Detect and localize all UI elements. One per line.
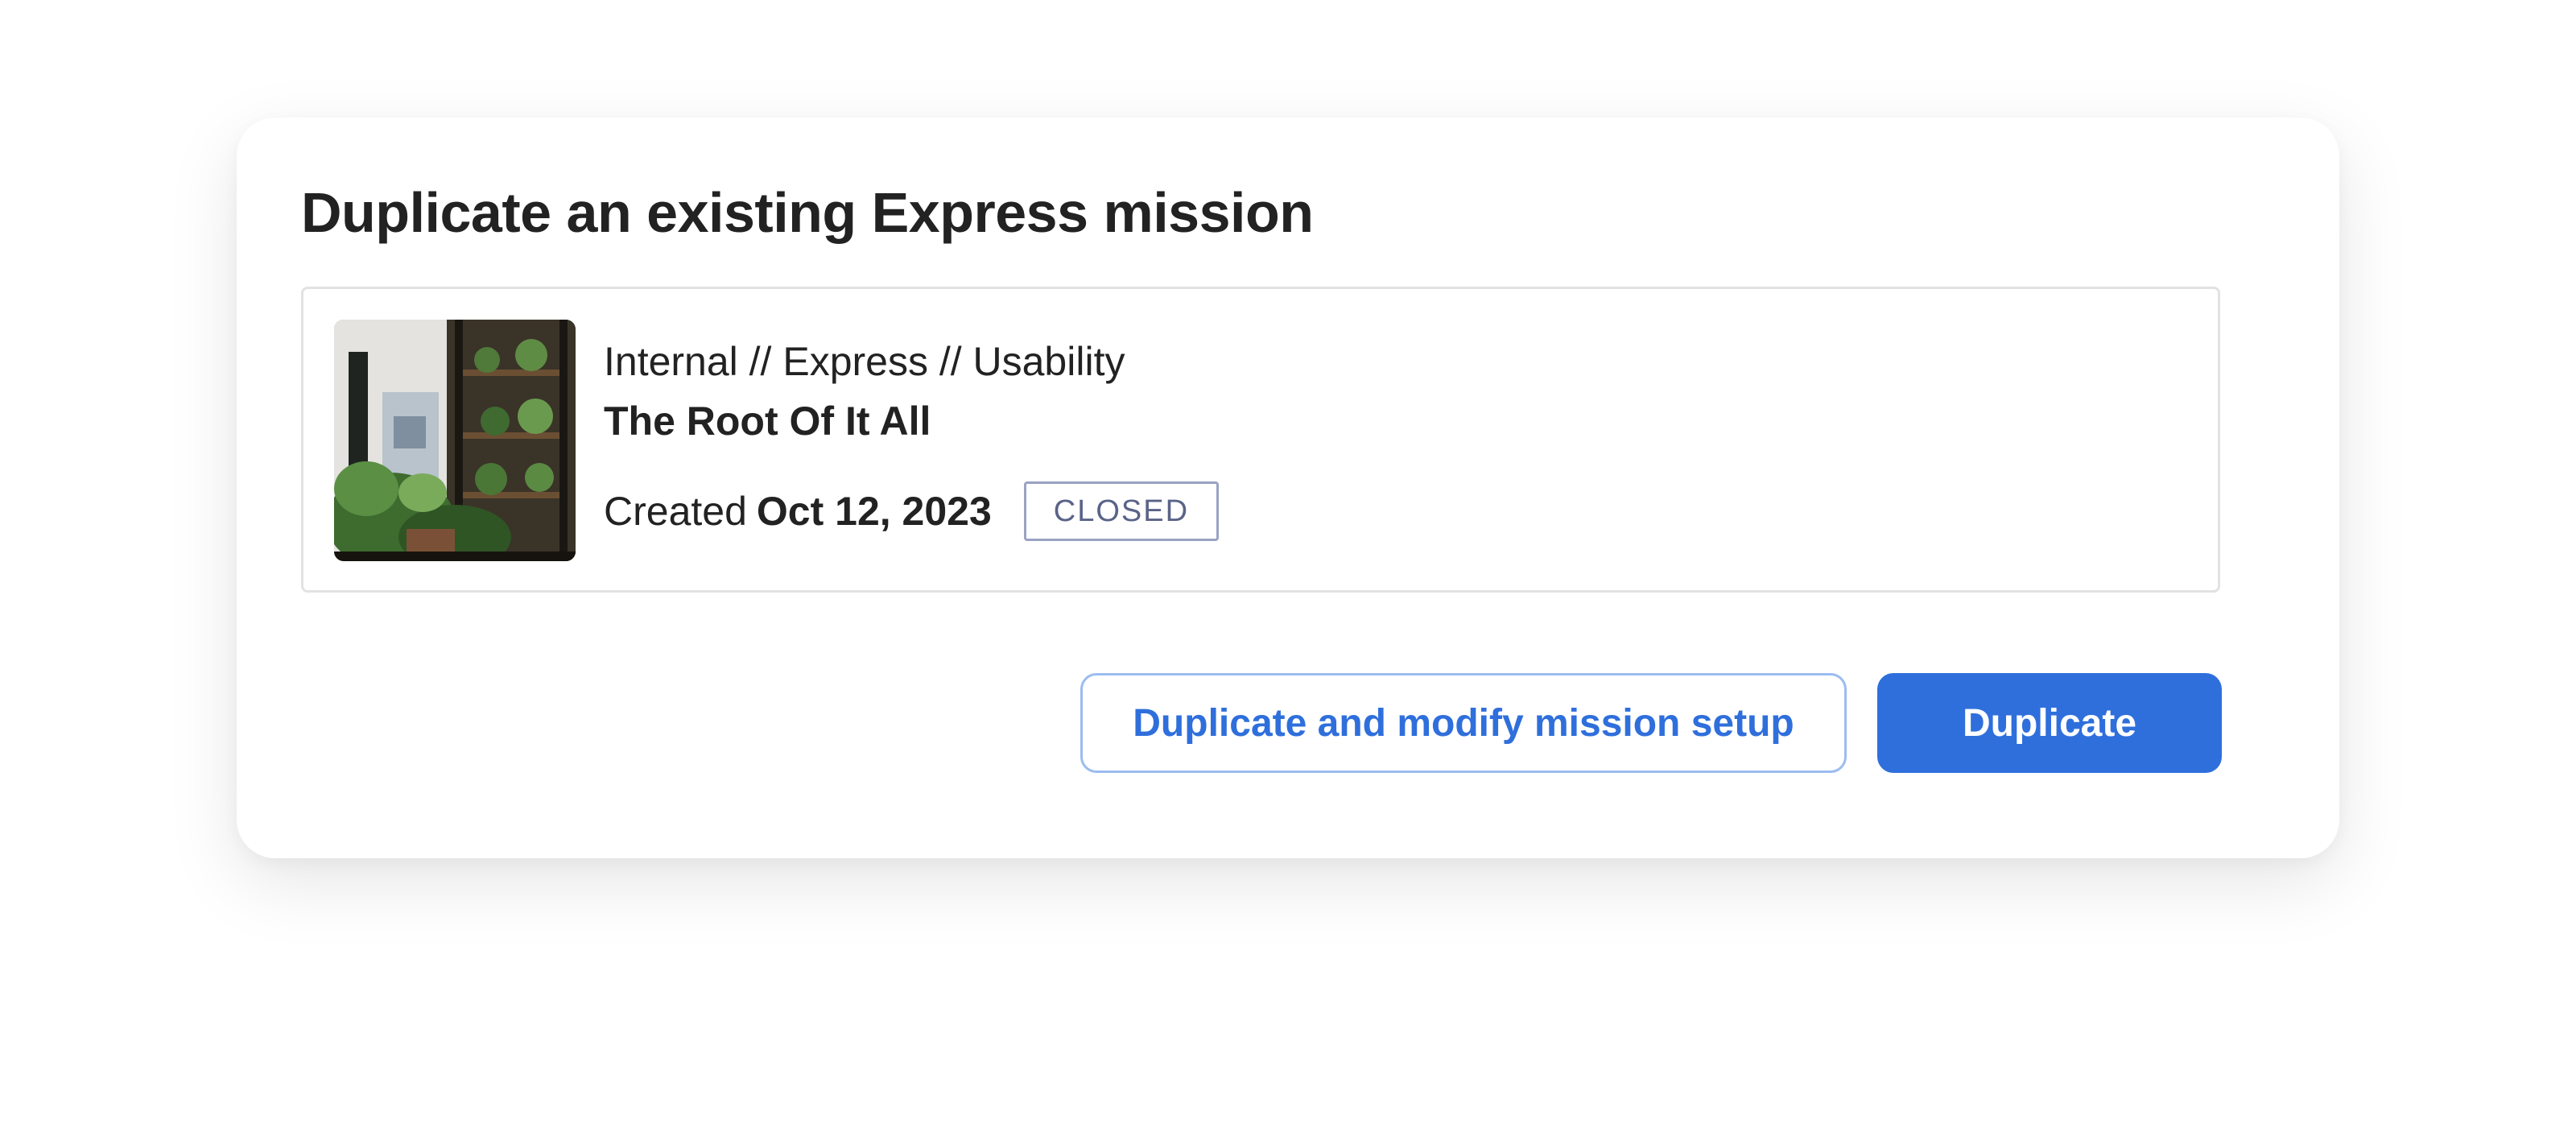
dialog-actions: Duplicate and modify mission setup Dupli… <box>1080 673 2222 773</box>
mission-thumbnail <box>334 320 576 561</box>
mission-meta: Created Oct 12, 2023 CLOSED <box>604 481 1220 542</box>
created-label: Created <box>604 489 747 534</box>
status-badge: CLOSED <box>1023 481 1220 541</box>
duplicate-mission-dialog: Duplicate an existing Express mission In… <box>237 118 2339 858</box>
duplicate-button[interactable]: Duplicate <box>1877 673 2222 773</box>
mission-card[interactable]: Internal // Express // Usability The Roo… <box>301 287 2220 593</box>
plants-photo-image <box>334 320 576 561</box>
created-date: Oct 12, 2023 <box>756 489 992 534</box>
dialog-title: Duplicate an existing Express mission <box>301 181 1314 244</box>
duplicate-and-modify-button[interactable]: Duplicate and modify mission setup <box>1080 673 1847 773</box>
mission-breadcrumb: Internal // Express // Usability <box>604 339 1125 384</box>
mission-name: The Root Of It All <box>604 399 931 444</box>
created-info: Created Oct 12, 2023 <box>604 487 992 535</box>
